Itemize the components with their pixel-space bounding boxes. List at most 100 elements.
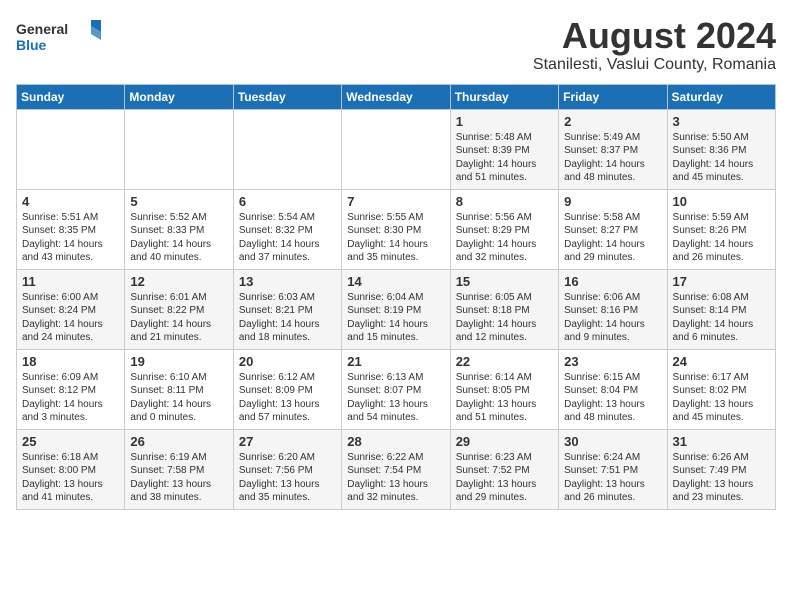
calendar-cell [233,109,341,189]
day-number: 23 [564,354,661,369]
calendar-cell: 28Sunrise: 6:22 AM Sunset: 7:54 PM Dayli… [342,429,450,509]
day-number: 16 [564,274,661,289]
day-number: 22 [456,354,553,369]
day-number: 29 [456,434,553,449]
day-number: 24 [673,354,770,369]
day-info: Sunrise: 5:50 AM Sunset: 8:36 PM Dayligh… [673,131,770,185]
calendar-cell: 23Sunrise: 6:15 AM Sunset: 8:04 PM Dayli… [559,349,667,429]
day-info: Sunrise: 6:01 AM Sunset: 8:22 PM Dayligh… [130,291,227,345]
day-number: 14 [347,274,444,289]
calendar-cell: 27 Sunrise: 6:20 AM Sunset: 7:56 PM Dayli… [233,429,341,509]
calendar-cell: 9 Sunrise: 5:58 AM Sunset: 8:27 PM Daylig… [559,189,667,269]
calendar-week-4: 18 Sunrise: 6:09 AM Sunset: 8:12 PM Dayli… [17,349,776,429]
day-info: Sunrise: 6:13 AM Sunset: 8:07 PM Dayligh… [347,371,444,425]
day-info: Sunrise: 5:48 AM Sunset: 8:39 PM Dayligh… [456,131,553,185]
day-info: Sunrise: 5:56 AM Sunset: 8:29 PM Dayligh… [456,211,553,265]
day-info: Sunrise: 5:58 AM Sunset: 8:27 PM Dayligh… [564,211,661,265]
calendar-cell: 8 Sunrise: 5:56 AM Sunset: 8:29 PM Daylig… [450,189,558,269]
header-tuesday: Tuesday [233,84,341,109]
calendar-table: SundayMondayTuesdayWednesdayThursdayFrid… [16,84,776,510]
logo: General Blue General Blue [16,16,106,56]
calendar-cell: 14Sunrise: 6:04 AM Sunset: 8:19 PM Dayli… [342,269,450,349]
day-number: 8 [456,194,553,209]
day-info: Sunrise: 5:59 AM Sunset: 8:26 PM Dayligh… [673,211,770,265]
day-info: Sunrise: 5:54 AM Sunset: 8:32 PM Dayligh… [239,211,336,265]
svg-text:Blue: Blue [16,37,47,53]
calendar-week-5: 25 Sunrise: 6:18 AM Sunset: 8:00 PM Dayli… [17,429,776,509]
calendar-cell [342,109,450,189]
calendar-cell: 13Sunrise: 6:03 AM Sunset: 8:21 PM Dayli… [233,269,341,349]
calendar-cell: 30Sunrise: 6:24 AM Sunset: 7:51 PM Dayli… [559,429,667,509]
day-number: 11 [22,274,119,289]
title-block: August 2024 Stanilesti, Vaslui County, R… [533,16,776,74]
calendar-cell: 26 Sunrise: 6:19 AM Sunset: 7:58 PM Dayli… [125,429,233,509]
day-info: Sunrise: 6:24 AM Sunset: 7:51 PM Dayligh… [564,451,661,505]
header-friday: Friday [559,84,667,109]
header-sunday: Sunday [17,84,125,109]
day-number: 13 [239,274,336,289]
calendar-week-1: 1Sunrise: 5:48 AM Sunset: 8:39 PM Daylig… [17,109,776,189]
calendar-cell: 31 Sunrise: 6:26 AM Sunset: 7:49 PM Dayli… [667,429,775,509]
day-number: 4 [22,194,119,209]
day-info: Sunrise: 6:14 AM Sunset: 8:05 PM Dayligh… [456,371,553,425]
calendar-cell: 1Sunrise: 5:48 AM Sunset: 8:39 PM Daylig… [450,109,558,189]
header-monday: Monday [125,84,233,109]
calendar-cell: 7Sunrise: 5:55 AM Sunset: 8:30 PM Daylig… [342,189,450,269]
calendar-cell: 17Sunrise: 6:08 AM Sunset: 8:14 PM Dayli… [667,269,775,349]
day-number: 27 [239,434,336,449]
calendar-cell: 22 Sunrise: 6:14 AM Sunset: 8:05 PM Dayli… [450,349,558,429]
day-number: 5 [130,194,227,209]
day-info: Sunrise: 6:20 AM Sunset: 7:56 PM Dayligh… [239,451,336,505]
day-number: 19 [130,354,227,369]
day-number: 28 [347,434,444,449]
calendar-cell: 21 Sunrise: 6:13 AM Sunset: 8:07 PM Dayli… [342,349,450,429]
day-info: Sunrise: 6:00 AM Sunset: 8:24 PM Dayligh… [22,291,119,345]
day-info: Sunrise: 5:52 AM Sunset: 8:33 PM Dayligh… [130,211,227,265]
day-number: 6 [239,194,336,209]
calendar-cell: 3 Sunrise: 5:50 AM Sunset: 8:36 PM Daylig… [667,109,775,189]
calendar-cell [17,109,125,189]
day-number: 18 [22,354,119,369]
day-number: 21 [347,354,444,369]
header-saturday: Saturday [667,84,775,109]
location: Stanilesti, Vaslui County, Romania [533,56,776,74]
day-number: 15 [456,274,553,289]
calendar-cell: 4 Sunrise: 5:51 AM Sunset: 8:35 PM Daylig… [17,189,125,269]
calendar-cell: 16 Sunrise: 6:06 AM Sunset: 8:16 PM Dayli… [559,269,667,349]
day-info: Sunrise: 5:49 AM Sunset: 8:37 PM Dayligh… [564,131,661,185]
svg-text:General: General [16,21,68,37]
day-info: Sunrise: 6:18 AM Sunset: 8:00 PM Dayligh… [22,451,119,505]
day-number: 9 [564,194,661,209]
calendar-cell: 2 Sunrise: 5:49 AM Sunset: 8:37 PM Daylig… [559,109,667,189]
calendar-cell: 5 Sunrise: 5:52 AM Sunset: 8:33 PM Daylig… [125,189,233,269]
day-info: Sunrise: 6:17 AM Sunset: 8:02 PM Dayligh… [673,371,770,425]
day-number: 26 [130,434,227,449]
calendar-cell: 29Sunrise: 6:23 AM Sunset: 7:52 PM Dayli… [450,429,558,509]
header-wednesday: Wednesday [342,84,450,109]
calendar-cell: 15Sunrise: 6:05 AM Sunset: 8:18 PM Dayli… [450,269,558,349]
calendar-week-2: 4 Sunrise: 5:51 AM Sunset: 8:35 PM Daylig… [17,189,776,269]
day-info: Sunrise: 6:06 AM Sunset: 8:16 PM Dayligh… [564,291,661,345]
day-number: 31 [673,434,770,449]
header-thursday: Thursday [450,84,558,109]
calendar-cell: 25 Sunrise: 6:18 AM Sunset: 8:00 PM Dayli… [17,429,125,509]
day-info: Sunrise: 6:10 AM Sunset: 8:11 PM Dayligh… [130,371,227,425]
logo-icon: General Blue [16,16,106,56]
day-info: Sunrise: 6:12 AM Sunset: 8:09 PM Dayligh… [239,371,336,425]
month-year: August 2024 [533,16,776,56]
day-info: Sunrise: 6:19 AM Sunset: 7:58 PM Dayligh… [130,451,227,505]
calendar-header-row: SundayMondayTuesdayWednesdayThursdayFrid… [17,84,776,109]
day-info: Sunrise: 6:09 AM Sunset: 8:12 PM Dayligh… [22,371,119,425]
day-info: Sunrise: 5:51 AM Sunset: 8:35 PM Dayligh… [22,211,119,265]
day-number: 7 [347,194,444,209]
day-number: 3 [673,114,770,129]
calendar-cell: 20Sunrise: 6:12 AM Sunset: 8:09 PM Dayli… [233,349,341,429]
day-info: Sunrise: 6:26 AM Sunset: 7:49 PM Dayligh… [673,451,770,505]
calendar-cell: 11 Sunrise: 6:00 AM Sunset: 8:24 PM Dayli… [17,269,125,349]
page-header: General Blue General Blue August 2024 St… [16,16,776,74]
calendar-cell: 24 Sunrise: 6:17 AM Sunset: 8:02 PM Dayli… [667,349,775,429]
day-number: 25 [22,434,119,449]
day-number: 17 [673,274,770,289]
calendar-cell [125,109,233,189]
day-number: 2 [564,114,661,129]
